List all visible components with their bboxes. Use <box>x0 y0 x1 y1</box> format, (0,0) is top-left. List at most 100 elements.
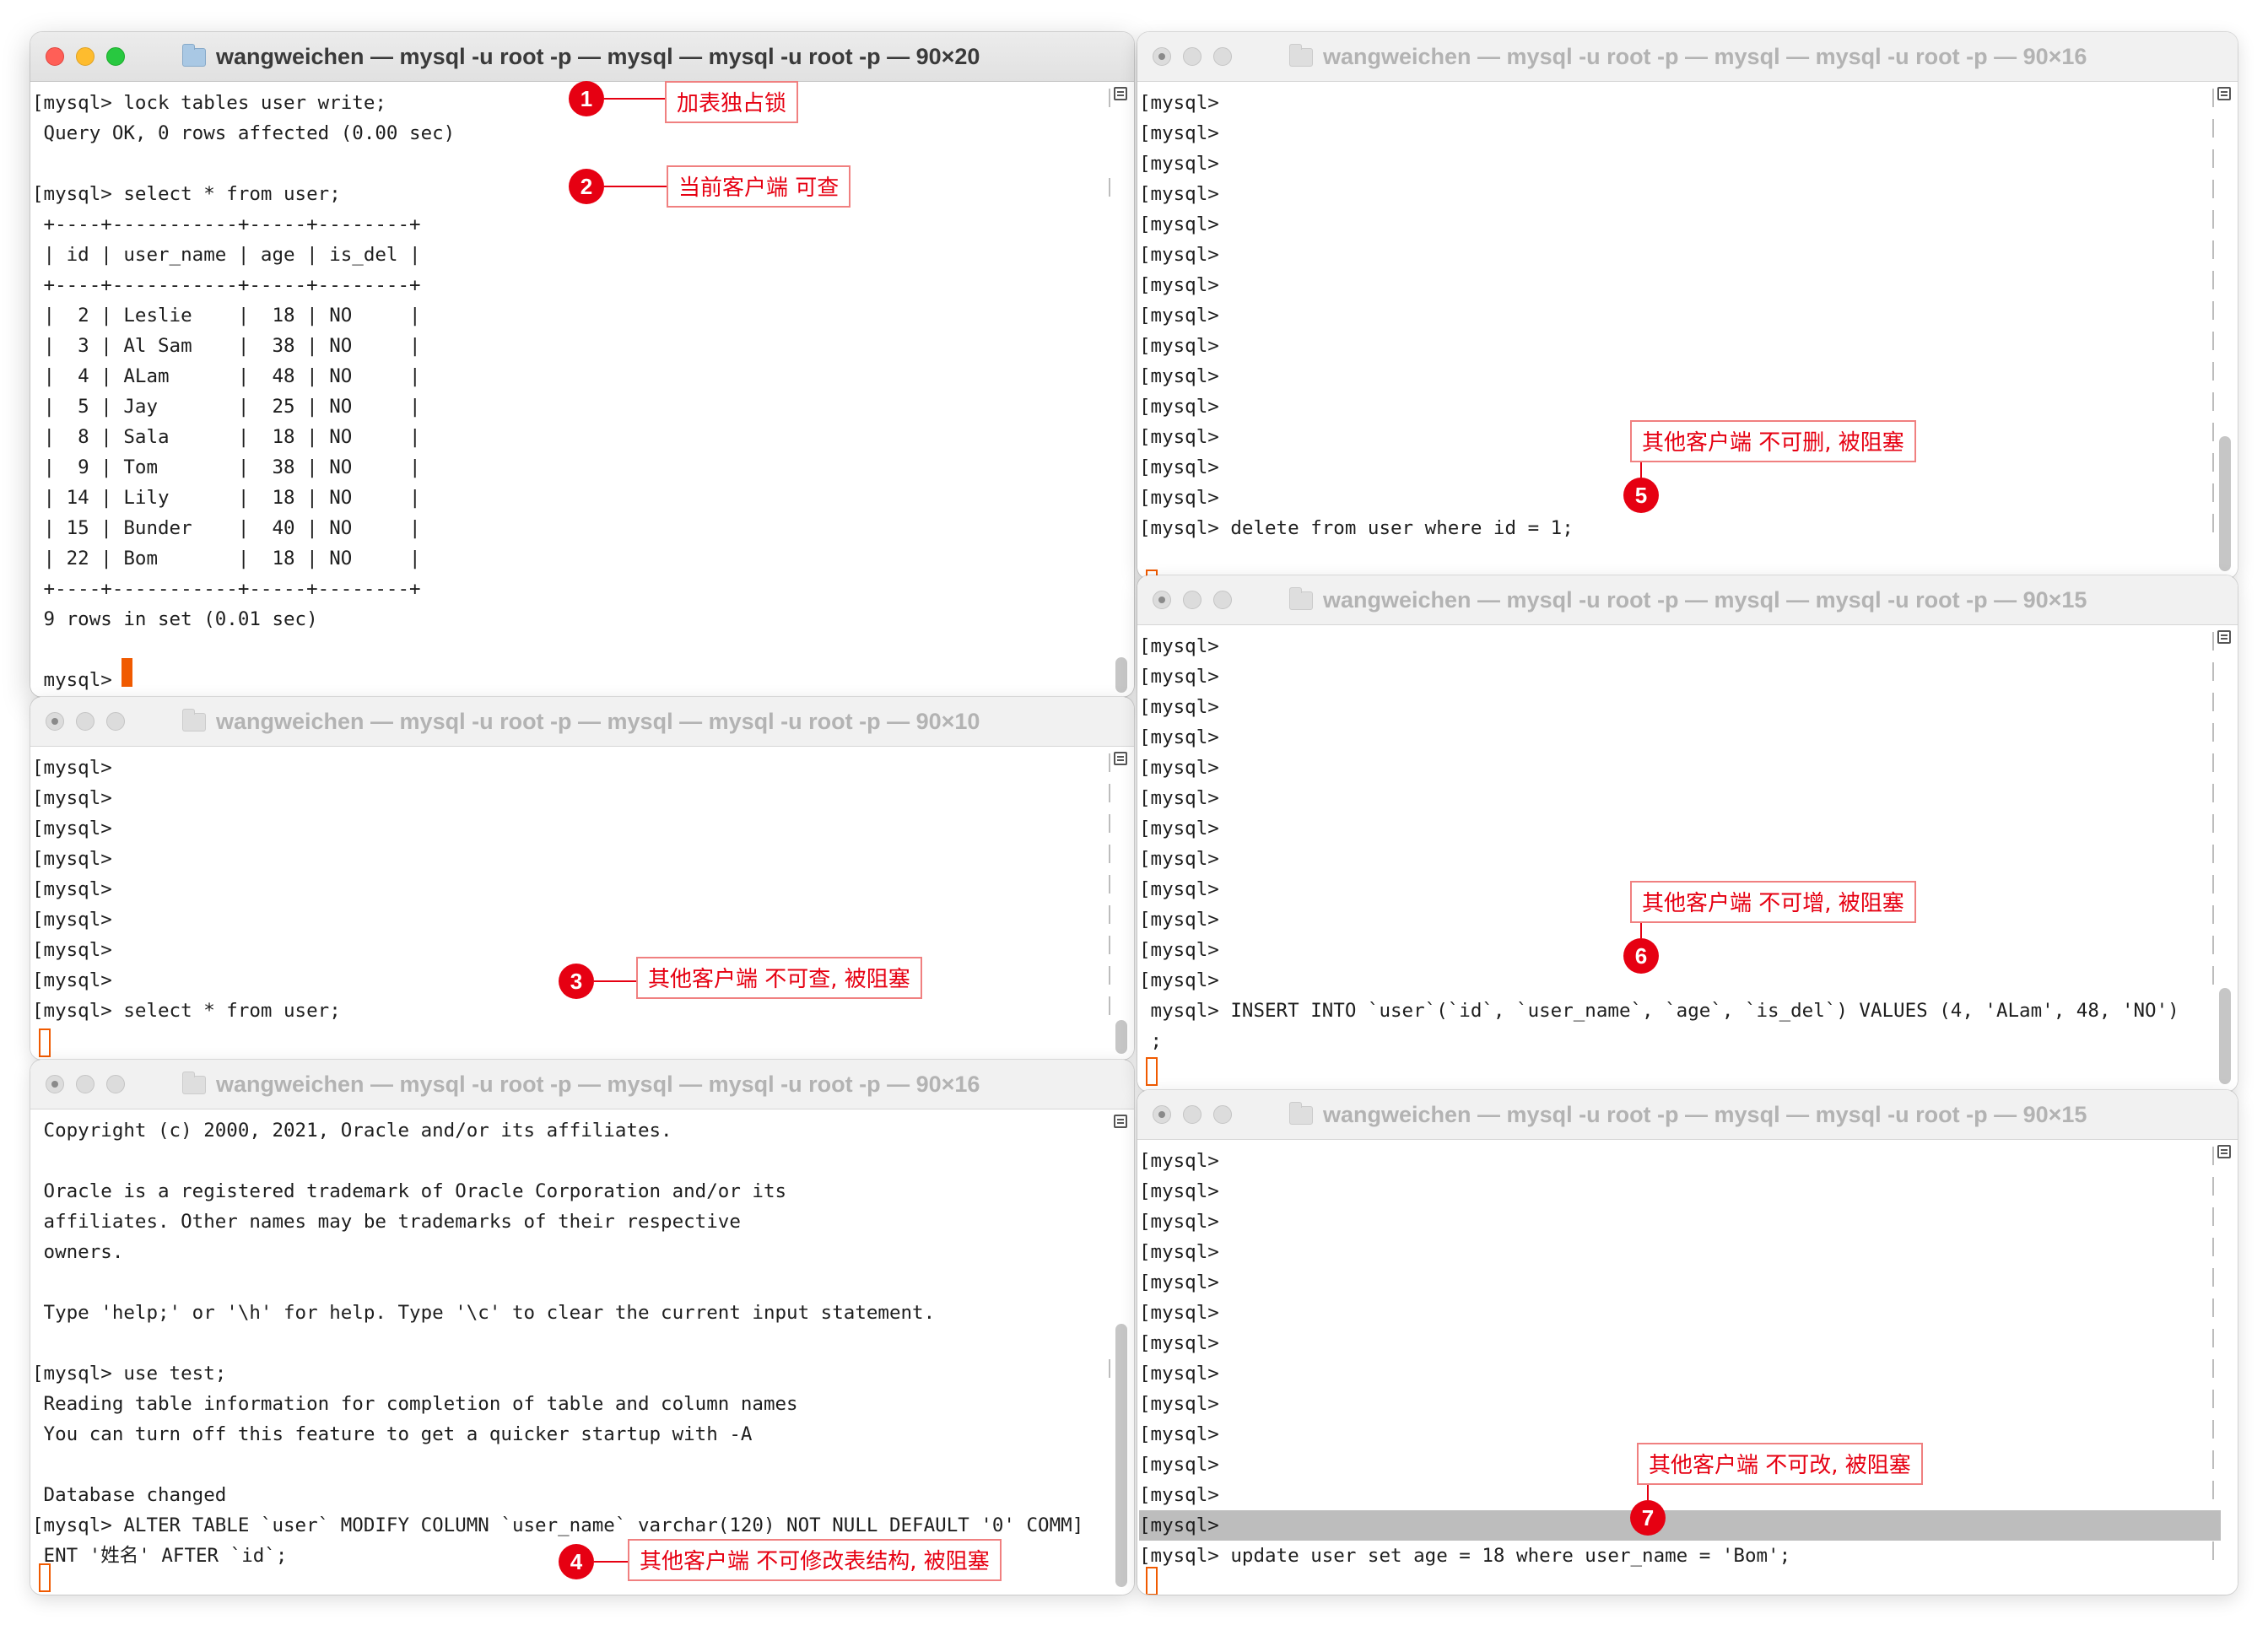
terminal-line: [mysql> <box>1139 1180 1219 1202</box>
terminal-body[interactable]: Copyright (c) 2000, 2021, Oracle and/or … <box>30 1109 1134 1595</box>
terminal-line: +----+-----------+-----+--------+ <box>32 578 421 600</box>
vertical-scrollbar[interactable] <box>2219 436 2231 571</box>
scroll-lock-icon[interactable] <box>1114 752 1127 765</box>
line-marker <box>2204 119 2214 138</box>
zoom-button[interactable] <box>106 1075 125 1093</box>
vertical-scrollbar[interactable] <box>1115 1324 1127 1587</box>
minimize-button[interactable] <box>76 47 94 66</box>
vertical-scrollbar[interactable] <box>1115 1020 1127 1054</box>
terminal-line: | 3 | Al Sam | 38 | NO | <box>32 335 421 357</box>
line-marker <box>1100 89 1110 107</box>
window-title: wangweichen — mysql -u root -p — mysql —… <box>1289 575 2087 624</box>
terminal-line: [mysql> <box>32 848 112 870</box>
terminal-line: Copyright (c) 2000, 2021, Oracle and/or … <box>32 1120 672 1142</box>
terminal-line: [mysql> <box>1139 396 1219 418</box>
minimize-button[interactable] <box>76 1075 94 1093</box>
annotation-callout-3: 其他客户端 不可查, 被阻塞 <box>636 957 922 999</box>
terminal-body[interactable]: [mysql> [mysql> [mysql> [mysql> [mysql> [mysq… <box>30 747 1134 1060</box>
scroll-lock-icon[interactable] <box>2217 87 2231 100</box>
terminal-line: You can turn off this feature to get a q… <box>32 1423 753 1445</box>
window-controls <box>46 47 137 66</box>
terminal-line: Reading table information for completion… <box>32 1393 798 1415</box>
folder-icon <box>1289 1102 1313 1125</box>
zoom-button[interactable] <box>106 712 125 731</box>
annotation-marker-4: 4 <box>559 1544 594 1579</box>
terminal-line: [mysql> select * from user; <box>32 1000 341 1022</box>
terminal-line: owners. <box>32 1241 124 1263</box>
terminal-line: [mysql> <box>1139 635 1219 657</box>
minimize-button[interactable] <box>1183 591 1202 609</box>
terminal-window-alter[interactable]: wangweichen — mysql -u root -p — mysql —… <box>30 1060 1134 1595</box>
line-marker <box>2204 453 2214 472</box>
terminal-window-insert[interactable]: wangweichen — mysql -u root -p — mysql —… <box>1137 575 2238 1092</box>
terminal-line: [mysql> <box>1139 848 1219 870</box>
terminal-window-lock[interactable]: wangweichen — mysql -u root -p — mysql —… <box>30 32 1134 697</box>
title-bar[interactable]: wangweichen — mysql -u root -p — mysql —… <box>1137 575 2238 625</box>
annotation-connector <box>1640 923 1642 938</box>
title-bar[interactable]: wangweichen — mysql -u root -p — mysql —… <box>30 32 1134 82</box>
title-bar[interactable]: wangweichen — mysql -u root -p — mysql —… <box>1137 1090 2238 1140</box>
terminal-line: [mysql> <box>1139 696 1219 718</box>
terminal-window-delete[interactable]: wangweichen — mysql -u root -p — mysql —… <box>1137 32 2238 579</box>
annotation-marker-5: 5 <box>1623 478 1659 513</box>
terminal-body[interactable]: [mysql> [mysql> [mysql> [mysql> [mysql> [mysq… <box>1137 1140 2238 1595</box>
folder-icon <box>182 709 206 732</box>
annotation-marker-6: 6 <box>1623 938 1659 974</box>
line-marker <box>2204 1147 2214 1165</box>
title-bar[interactable]: wangweichen — mysql -u root -p — mysql —… <box>1137 32 2238 82</box>
close-button[interactable] <box>1153 47 1171 66</box>
window-title: wangweichen — mysql -u root -p — mysql —… <box>182 697 980 746</box>
scroll-lock-icon[interactable] <box>2217 630 2231 644</box>
folder-icon <box>1289 587 1313 610</box>
annotation-connector <box>1647 1485 1649 1500</box>
title-bar[interactable]: wangweichen — mysql -u root -p — mysql —… <box>30 1060 1134 1109</box>
minimize-button[interactable] <box>1183 47 1202 66</box>
terminal-line: ; <box>1139 1030 1163 1052</box>
close-button[interactable] <box>1153 591 1171 609</box>
vertical-scrollbar[interactable] <box>2219 988 2231 1084</box>
zoom-button[interactable] <box>106 47 125 66</box>
window-controls <box>1153 1105 1244 1124</box>
terminal-window-select[interactable]: wangweichen — mysql -u root -p — mysql —… <box>30 697 1134 1060</box>
minimize-button[interactable] <box>76 712 94 731</box>
zoom-button[interactable] <box>1213 1105 1232 1124</box>
terminal-line: [mysql> <box>1139 1302 1219 1324</box>
terminal-line: [mysql> delete from user where id = 1; <box>1139 517 1574 539</box>
zoom-button[interactable] <box>1213 47 1232 66</box>
minimize-button[interactable] <box>1183 1105 1202 1124</box>
line-marker <box>2204 1359 2214 1378</box>
terminal-body[interactable]: [mysql> [mysql> [mysql> [mysql> [mysql> [mysq… <box>1137 82 2238 579</box>
scroll-lock-icon[interactable] <box>1114 1115 1127 1128</box>
terminal-line: 9 rows in set (0.01 sec) <box>32 608 318 630</box>
vertical-scrollbar[interactable] <box>1115 657 1127 693</box>
line-marker <box>2204 1420 2214 1439</box>
annotation-callout-2: 当前客户端 可查 <box>667 165 851 208</box>
terminal-window-update[interactable]: wangweichen — mysql -u root -p — mysql —… <box>1137 1090 2238 1595</box>
terminal-line: | 15 | Bunder | 40 | NO | <box>32 517 421 539</box>
line-marker <box>1100 1359 1110 1378</box>
close-button[interactable] <box>1153 1105 1171 1124</box>
terminal-line: | 2 | Leslie | 18 | NO | <box>32 305 421 327</box>
close-button[interactable] <box>46 47 64 66</box>
close-button[interactable] <box>46 712 64 731</box>
scroll-lock-icon[interactable] <box>2217 1145 2231 1158</box>
text-cursor <box>122 658 132 687</box>
scroll-lock-icon[interactable] <box>1114 87 1127 100</box>
line-marker <box>2204 1450 2214 1469</box>
folder-icon <box>182 1072 206 1094</box>
title-bar[interactable]: wangweichen — mysql -u root -p — mysql —… <box>30 697 1134 747</box>
folder-icon <box>1289 44 1313 67</box>
close-button[interactable] <box>46 1075 64 1093</box>
line-marker <box>2204 1481 2214 1499</box>
window-title: wangweichen — mysql -u root -p — mysql —… <box>182 1060 980 1109</box>
terminal-line: [mysql> <box>1139 1271 1219 1293</box>
terminal-line: [mysql> <box>1139 666 1219 688</box>
terminal-line: [mysql> <box>1139 213 1219 235</box>
line-marker <box>2204 693 2214 711</box>
terminal-line: [mysql> <box>1139 1211 1219 1233</box>
terminal-line: mysql> <box>32 669 124 691</box>
zoom-button[interactable] <box>1213 591 1232 609</box>
terminal-body[interactable]: [mysql> [mysql> [mysql> [mysql> [mysql> [mysq… <box>1137 625 2238 1092</box>
